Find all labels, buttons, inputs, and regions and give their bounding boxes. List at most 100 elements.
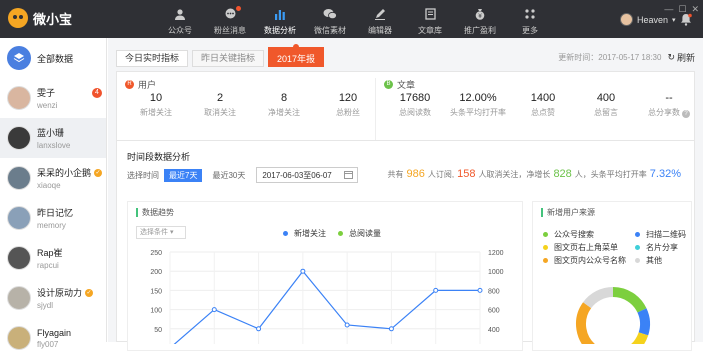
open-rate-value: 7.32% <box>649 168 681 180</box>
sidebar-item-account[interactable]: 呆呆的小企鹅 ✓ xiaoqe <box>0 158 106 198</box>
update-time: 更新时间：2017-05-17 18:30 <box>558 53 662 62</box>
stat-value: 2 <box>216 92 224 104</box>
nav-item-account[interactable]: 公众号 <box>155 0 205 38</box>
source-label: 其他 <box>646 256 662 265</box>
refresh-button[interactable]: ↻ 刷新 <box>667 51 695 64</box>
book-icon <box>424 6 436 21</box>
tab-yesterday[interactable]: 昨日关键指标 <box>192 50 265 67</box>
stat-article-2: 1400 总点赞 <box>508 92 578 118</box>
tab-annual-report[interactable]: 2017年报 <box>268 44 325 67</box>
summary-text: 人，头条平均打开率 <box>574 170 647 179</box>
article-group-title: 文章 <box>397 80 416 90</box>
trend-title: 数据趋势 <box>136 208 174 217</box>
app-name: 微小宝 <box>33 11 73 27</box>
tab-realtime[interactable]: 今日实时指标 <box>116 50 189 67</box>
close-icon[interactable]: ✕ <box>691 4 699 15</box>
follow-data-point <box>477 287 483 293</box>
sidebar-item-account[interactable]: Flyagain fly007 <box>0 318 106 358</box>
donut-slice <box>583 287 614 309</box>
sidebar-item-all[interactable]: 全部数据 <box>0 38 106 78</box>
stat-value: 1400 <box>530 92 556 104</box>
account-text: 雯子 wenzi <box>37 86 57 110</box>
refresh-icon: ↻ <box>667 52 675 62</box>
source-label: 图文页内公众号名称 <box>554 256 626 265</box>
maximize-icon[interactable]: ☐ <box>678 4 686 15</box>
y-right-tick-label: 1200 <box>488 250 504 257</box>
chat-bubble-icon <box>224 6 237 21</box>
account-name: 昨日记忆 <box>37 208 74 218</box>
app-logo[interactable]: 微小宝 <box>8 8 72 28</box>
trend-panel: 数据趋势 选择条件 ▾ 新增关注 总阅读量 250200150100500120… <box>127 201 523 351</box>
legend-dot <box>543 245 548 250</box>
legend-dot <box>635 245 640 250</box>
account-name: 呆呆的小企鹅 <box>37 168 92 178</box>
stat-label: 取消关注 <box>204 108 236 117</box>
section-title: 时间段数据分析 <box>127 152 191 162</box>
nav-item-editor[interactable]: 编辑器 <box>355 0 405 38</box>
nav-label: 粉丝消息 <box>214 26 246 35</box>
y-left-tick-label: 150 <box>150 288 162 295</box>
legend-dot <box>543 258 548 263</box>
account-id: xiaoqe <box>37 181 61 190</box>
nav-item-materials[interactable]: 微信素材 <box>305 0 355 38</box>
legend-follow[interactable]: 新增关注 <box>283 228 326 239</box>
stat-value: 120 <box>338 92 358 104</box>
nav-item-more[interactable]: 更多 <box>505 0 555 38</box>
y-right-tick-label: 1000 <box>488 269 504 276</box>
sidebar-item-account[interactable]: 蓝小珊 lanxslove <box>0 118 106 158</box>
notification-dot <box>236 6 241 11</box>
minimize-icon[interactable]: — <box>664 4 673 15</box>
wechat-icon <box>323 6 337 21</box>
layers-icon <box>7 46 31 70</box>
y-left-tick-label: 200 <box>150 269 162 276</box>
legend-dot <box>635 258 640 263</box>
nav-item-messages[interactable]: 粉丝消息 <box>205 0 255 38</box>
account-name-row: 呆呆的小企鹅 ✓ <box>37 166 103 179</box>
summary-text: 人取消关注，净增长 <box>478 170 551 179</box>
condition-select[interactable]: 选择条件 ▾ <box>136 226 186 239</box>
stat-article-1: 12.00% 头条平均打开率 <box>443 92 513 118</box>
avatar <box>7 126 31 150</box>
stat-label: 头条平均打开率 <box>450 108 506 117</box>
last-7-days-button[interactable]: 最近7天 <box>164 168 203 182</box>
nav-item-library[interactable]: 文章库 <box>405 0 455 38</box>
main-nav: 公众号 粉丝消息 数据分析 微信素材 编辑器 文章库 ¥ 推广盈利 更多 <box>155 0 555 38</box>
date-range-picker[interactable]: 2017-06-03至06-07 <box>256 167 359 183</box>
avatar <box>620 13 633 26</box>
legend-dot <box>283 231 288 236</box>
user-name: Heaven <box>637 14 669 25</box>
donut-slice <box>612 287 647 313</box>
sidebar-item-account[interactable]: 昨日记忆 memory <box>0 198 106 238</box>
source-legend-item: 名片分享 <box>635 242 678 253</box>
stat-label: 净增关注 <box>268 108 300 117</box>
y-left-tick-label: 50 <box>154 327 162 334</box>
account-name: 雯子 <box>37 88 56 98</box>
account-id: lanxslove <box>37 141 71 150</box>
source-panel: 新增用户来源 公众号搜索 扫描二维码 图文页右上角菜单 名片分享 图文页内公众号名称 其他 <box>532 201 692 351</box>
help-icon[interactable]: ? <box>682 110 690 118</box>
sidebar-item-account[interactable]: 设计原动力 ✓ sjydl <box>0 278 106 318</box>
stat-user-2: 8 净增关注 <box>249 92 319 118</box>
bar-chart-icon <box>274 6 286 21</box>
avatar <box>7 206 31 230</box>
update-info: 更新时间：2017-05-17 18:30 ↻ 刷新 <box>558 51 695 64</box>
refresh-label: 刷新 <box>676 53 695 63</box>
stat-value: 400 <box>596 92 616 104</box>
legend-read[interactable]: 总阅读量 <box>338 228 381 239</box>
nav-item-analytics[interactable]: 数据分析 <box>255 0 305 38</box>
main-content: 今日实时指标 昨日关键指标 2017年报 更新时间：2017-05-17 18:… <box>108 38 703 351</box>
nav-item-promotion[interactable]: ¥ 推广盈利 <box>455 0 505 38</box>
money-bag-icon: ¥ <box>474 6 486 21</box>
trend-chart: 25020015010050012001000800600400200 <box>150 250 504 344</box>
nav-label: 数据分析 <box>264 26 296 35</box>
summary-text: 共有 <box>387 170 404 179</box>
sidebar-item-account[interactable]: Rap崔 rapcui <box>0 238 106 278</box>
account-text: 昨日记忆 memory <box>37 206 73 230</box>
net-growth-count: 828 <box>553 168 572 180</box>
time-filter: 选择时间 最近7天 最近30天 2017-06-03至06-07 <box>127 167 359 183</box>
last-30-days-button[interactable]: 最近30天 <box>207 169 250 182</box>
account-text: 呆呆的小企鹅 ✓ xiaoqe <box>37 166 103 190</box>
avatar <box>7 326 31 350</box>
sidebar-item-account[interactable]: 雯子 wenzi 4 <box>0 78 106 118</box>
article-group-icon: B <box>384 80 393 89</box>
